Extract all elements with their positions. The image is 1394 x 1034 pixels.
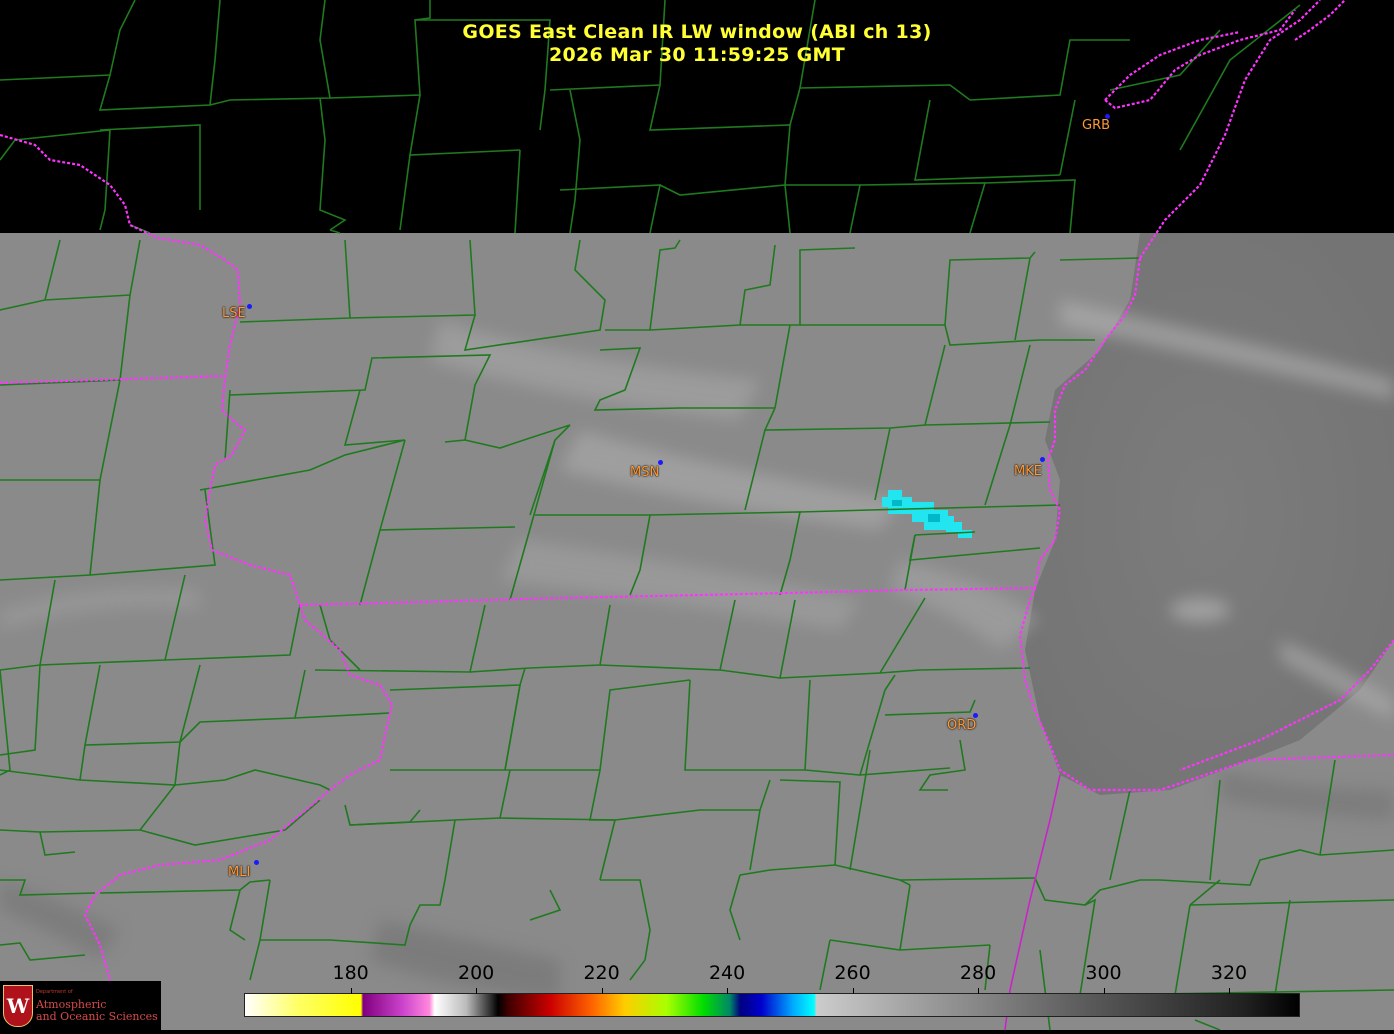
colorbar-tick-label: 240 [708, 962, 746, 984]
city-label-mke: MKE [1014, 464, 1042, 479]
city-label-grb: GRB [1082, 118, 1111, 133]
colorbar-tick-mark [476, 988, 478, 994]
colorbar-tick-mark [601, 988, 603, 994]
logo-line-2: and Oceanic Sciences [36, 1010, 158, 1023]
city-label-ord: ORD [947, 718, 977, 733]
image-timestamp: 2026 Mar 30 11:59:25 GMT [548, 44, 846, 66]
aos-logo: W Department of Atmospheric and Oceanic … [0, 981, 161, 1030]
colorbar-tick-label: 280 [959, 962, 997, 984]
colorbar-tick-label: 200 [457, 962, 495, 984]
city-label-lse: LSE [222, 306, 246, 321]
colorbar-tick-label: 180 [332, 962, 369, 984]
city-label-msn: MSN [630, 465, 660, 480]
logo-department-line: Department of [36, 989, 73, 995]
colorbar-tick-mark [852, 988, 854, 994]
colorbar-tick-mark [350, 988, 352, 994]
colorbar-tick-label: 300 [1085, 962, 1122, 984]
colorbar-tick-mark [1228, 988, 1230, 994]
satellite-map: GOES East Clean IR LW window (ABI ch 13)… [0, 0, 1394, 1031]
colorbar-tick-mark [978, 988, 980, 994]
colorbar-tick-label: 320 [1210, 962, 1248, 984]
colorbar-tick-mark [727, 988, 729, 994]
colorbar-tick-label: 260 [834, 962, 871, 984]
city-marker-lse [247, 304, 252, 309]
colorbar-tick-label: 220 [583, 962, 620, 984]
colorbar-tick-mark [1103, 988, 1105, 994]
city-marker-mke [1040, 457, 1045, 462]
city-label-mli: MLI [228, 865, 251, 880]
city-marker-mli [254, 860, 259, 865]
temperature-colorbar [244, 993, 1300, 1017]
uw-crest-icon: W [3, 985, 33, 1027]
map-canvas [0, 0, 1394, 1031]
product-title: GOES East Clean IR LW window (ABI ch 13) [462, 21, 932, 43]
